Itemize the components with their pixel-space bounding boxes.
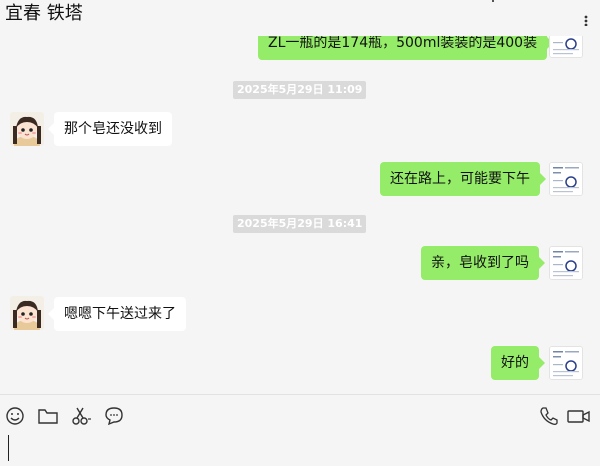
message-bubble-outgoing[interactable]: 还在路上，可能要下午 — [380, 162, 546, 196]
timestamp: 2025年5月29日 16:41 — [233, 215, 367, 233]
message-bubble-outgoing[interactable]: 好的 — [491, 346, 545, 380]
message-bubble-outgoing[interactable]: 亲，皂收到了吗 — [421, 246, 545, 280]
emoji-icon[interactable] — [4, 405, 26, 427]
input-divider — [0, 394, 600, 395]
avatar-self[interactable] — [549, 36, 583, 58]
avatar-contact[interactable] — [10, 296, 44, 330]
phone-icon[interactable] — [538, 405, 560, 427]
decorative-dot — [492, 0, 494, 2]
timestamp: 2025年5月29日 11:09 — [233, 81, 367, 99]
input-toolbar — [0, 398, 600, 432]
more-icon[interactable] — [578, 6, 594, 27]
avatar-self[interactable] — [549, 246, 583, 280]
video-icon[interactable] — [566, 405, 594, 427]
avatar-self[interactable] — [549, 162, 583, 196]
title-bar: 宜春 铁塔 — [0, 0, 600, 36]
message-bubble-outgoing[interactable]: ZL一瓶的是174瓶，500ml装装的是400装 — [258, 36, 554, 60]
chat-title: 宜春 铁塔 — [5, 3, 83, 24]
message-list[interactable]: ZL一瓶的是174瓶，500ml装装的是400装 2025年5月29日 11:0… — [0, 36, 600, 394]
avatar-contact[interactable] — [10, 112, 44, 146]
scissors-icon[interactable] — [70, 405, 92, 427]
message-bubble-incoming[interactable]: 嗯嗯下午送过来了 — [48, 297, 186, 331]
chat-bubble-icon[interactable] — [103, 405, 125, 427]
avatar-self[interactable] — [549, 346, 583, 380]
folder-icon[interactable] — [37, 405, 59, 427]
message-bubble-incoming[interactable]: 那个皂还没收到 — [48, 112, 172, 146]
text-caret — [8, 435, 9, 461]
message-input[interactable] — [0, 432, 600, 466]
